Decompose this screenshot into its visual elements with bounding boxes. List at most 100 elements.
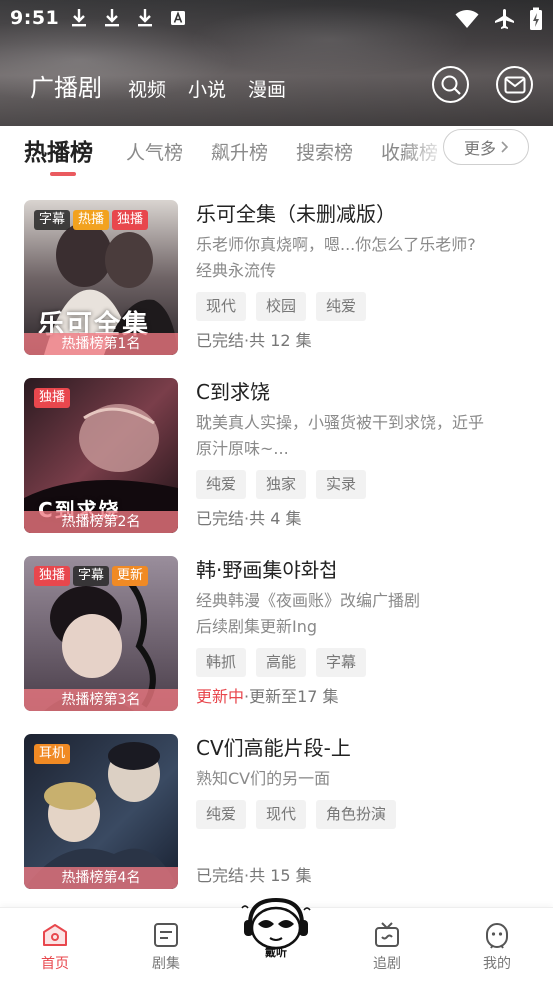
- episode-status: 更新中·更新至17 集: [196, 683, 531, 707]
- rank-caption: 热播榜第1名: [24, 333, 178, 355]
- desc-line: 经典韩漫《夜画账》改编广播剧: [196, 591, 421, 610]
- chevron-right-icon: [501, 141, 508, 153]
- message-button[interactable]: [496, 66, 533, 103]
- tag[interactable]: 字幕: [316, 648, 367, 677]
- badge-update: 更新: [112, 566, 149, 586]
- status-label: 已完结: [196, 866, 245, 885]
- item-description: 耽美真人实操，小骚货被干到求饶，近乎 原汁原味~...: [196, 410, 531, 462]
- item-description: 熟知CV们的另一面: [196, 766, 531, 792]
- cover-image[interactable]: 耳机 热播榜第4名: [24, 734, 178, 889]
- tab-popularity-ranking[interactable]: 人气榜: [126, 138, 183, 165]
- wifi-icon: [455, 10, 479, 28]
- item-title[interactable]: 乐可全集（未删减版）: [196, 200, 531, 228]
- badge-exclusive: 独播: [34, 566, 71, 586]
- badge-group: 字幕 热播 独播: [34, 210, 149, 230]
- tab-search-ranking[interactable]: 搜索榜: [296, 138, 353, 165]
- tag-list: 纯爱 现代 角色扮演: [196, 800, 531, 829]
- nav-label: 首页: [41, 956, 69, 972]
- item-info: 韩·野画集야화첩 经典韩漫《夜画账》改编广播剧 后续剧集更新Ing 韩抓 高能 …: [196, 556, 531, 707]
- badge-group: 独播: [34, 388, 71, 408]
- episode-status: 已完结·共 4 集: [196, 505, 531, 529]
- tag[interactable]: 高能: [256, 648, 307, 677]
- episode-status: 已完结·共 12 集: [196, 327, 531, 351]
- more-button[interactable]: 更多: [443, 129, 529, 165]
- nav-profile[interactable]: 我的: [467, 920, 527, 973]
- nav-following[interactable]: 追剧: [357, 920, 417, 973]
- download-icon: [103, 8, 121, 28]
- tab-novel[interactable]: 小说: [188, 75, 226, 102]
- tag[interactable]: 韩抓: [196, 648, 247, 677]
- nav-label: 剧集: [152, 956, 180, 972]
- item-title[interactable]: 韩·野画集야화첩: [196, 556, 531, 584]
- tag[interactable]: 纯爱: [196, 800, 247, 829]
- badge-exclusive: 独播: [34, 388, 71, 408]
- cover-image[interactable]: C到求饶 独播 热播榜第2名: [24, 378, 178, 533]
- download-icon: [70, 8, 88, 28]
- ranking-tabs: 热播榜 人气榜 飙升榜 搜索榜 收藏榜 更多: [0, 126, 553, 182]
- badge-headphone: 耳机: [34, 744, 71, 764]
- tab-rising-ranking[interactable]: 飙升榜: [211, 138, 268, 165]
- tag-list: 韩抓 高能 字幕: [196, 648, 531, 677]
- rank-caption: 热播榜第3名: [24, 689, 178, 711]
- tag[interactable]: 校园: [256, 292, 307, 321]
- system-indicators: [455, 7, 543, 31]
- item-description: 经典韩漫《夜画账》改编广播剧 后续剧集更新Ing: [196, 588, 531, 640]
- badge-exclusive: 独播: [112, 210, 149, 230]
- nav-label: 我的: [483, 956, 511, 972]
- list-item[interactable]: 乐可全集 字幕 热播 独播 热播榜第1名 乐可全集（未删减版） 乐老师你真烧啊，…: [0, 200, 553, 360]
- status-label: 已完结: [196, 331, 245, 350]
- status-label: 更新中: [196, 687, 245, 706]
- status-bar: 9:51: [0, 0, 553, 38]
- tag-list: 纯爱 独家 实录: [196, 470, 531, 499]
- tab-radio-drama[interactable]: 广播剧: [30, 68, 102, 103]
- badge-hot: 热播: [73, 210, 110, 230]
- tab-hot-ranking[interactable]: 热播榜: [24, 133, 93, 167]
- search-icon: [441, 75, 461, 95]
- rank-caption: 热播榜第2名: [24, 511, 178, 533]
- tag[interactable]: 现代: [256, 800, 307, 829]
- item-title[interactable]: C到求饶: [196, 378, 531, 406]
- center-mascot-button[interactable]: 戴听: [236, 888, 316, 962]
- tab-video[interactable]: 视频: [128, 75, 166, 102]
- cover-image[interactable]: 独播 字幕 更新 热播榜第3名: [24, 556, 178, 711]
- mascot-label: 戴听: [265, 946, 287, 959]
- desc-line: 后续剧集更新Ing: [196, 617, 318, 636]
- desc-line: 熟知CV们的另一面: [196, 769, 331, 788]
- item-info: C到求饶 耽美真人实操，小骚货被干到求饶，近乎 原汁原味~... 纯爱 独家 实…: [196, 378, 531, 529]
- item-title[interactable]: CV们高能片段-上: [196, 734, 531, 762]
- status-time: 9:51: [10, 7, 60, 29]
- search-button[interactable]: [432, 66, 469, 103]
- tag[interactable]: 现代: [196, 292, 247, 321]
- list-item[interactable]: C到求饶 独播 热播榜第2名 C到求饶 耽美真人实操，小骚货被干到求饶，近乎 原…: [0, 378, 553, 538]
- desc-line: 经典永流传: [196, 261, 277, 280]
- tag[interactable]: 纯爱: [196, 470, 247, 499]
- tab-comic[interactable]: 漫画: [248, 75, 286, 102]
- more-label: 更多: [463, 139, 496, 158]
- episode-count: ·更新至17 集: [244, 687, 339, 706]
- nav-label: 追剧: [373, 956, 401, 972]
- desc-line: 耽美真人实操，小骚货被干到求饶，近乎: [196, 413, 485, 432]
- tag[interactable]: 实录: [316, 470, 367, 499]
- rank-caption: 热播榜第4名: [24, 867, 178, 889]
- list-item[interactable]: 耳机 热播榜第4名 CV们高能片段-上 熟知CV们的另一面 纯爱 现代 角色扮演…: [0, 734, 553, 894]
- list-item[interactable]: 独播 字幕 更新 热播榜第3名 韩·野画集야화첩 经典韩漫《夜画账》改编广播剧 …: [0, 556, 553, 716]
- badge-subtitle: 字幕: [34, 210, 71, 230]
- keyboard-a-icon: [169, 8, 187, 28]
- nav-episodes[interactable]: 剧集: [136, 920, 196, 973]
- nav-home[interactable]: 首页: [25, 920, 85, 973]
- home-icon: [43, 924, 67, 946]
- mail-icon: [504, 76, 525, 93]
- desc-line: 乐老师你真烧啊，嗯...你怎么了乐老师?: [196, 235, 476, 254]
- airplane-icon: [495, 9, 514, 29]
- profile-icon: [486, 923, 508, 949]
- episode-count: ·共 12 集: [244, 331, 312, 350]
- tag[interactable]: 独家: [256, 470, 307, 499]
- tag[interactable]: 角色扮演: [316, 800, 397, 829]
- cover-image[interactable]: 乐可全集 字幕 热播 独播 热播榜第1名: [24, 200, 178, 355]
- download-icon: [136, 8, 154, 28]
- badge-group: 独播 字幕 更新: [34, 566, 149, 586]
- episode-count: ·共 4 集: [244, 509, 302, 528]
- tag[interactable]: 纯爱: [316, 292, 367, 321]
- download-indicators: [70, 8, 187, 28]
- item-info: CV们高能片段-上 熟知CV们的另一面 纯爱 现代 角色扮演 已完结·共 15 …: [196, 734, 531, 886]
